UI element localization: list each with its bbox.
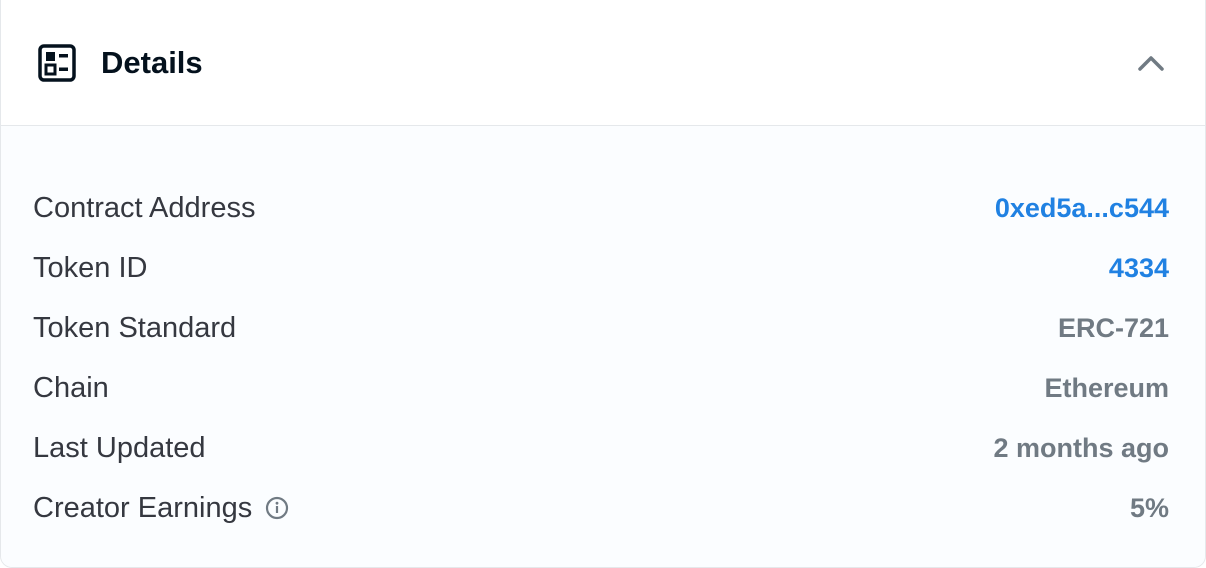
chevron-up-icon[interactable]	[1131, 43, 1171, 83]
details-title: Details	[101, 44, 203, 80]
details-body: Contract Address 0xed5a...c544 Token ID …	[1, 126, 1205, 567]
creator-earnings-label: Creator Earnings	[33, 491, 253, 524]
detail-row-token-standard: Token Standard ERC-721	[33, 298, 1169, 358]
detail-row-last-updated: Last Updated 2 months ago	[33, 418, 1169, 478]
token-standard-value: ERC-721	[1057, 312, 1169, 343]
chain-label: Chain	[33, 371, 109, 404]
details-panel: Details Contract Address 0xed5a...c544 T…	[0, 0, 1206, 568]
token-standard-label: Token Standard	[33, 311, 237, 344]
details-header[interactable]: Details	[1, 0, 1205, 126]
detail-row-contract-address: Contract Address 0xed5a...c544	[33, 178, 1169, 238]
creator-earnings-label-wrap: Creator Earnings	[33, 492, 290, 525]
details-list-icon	[37, 43, 77, 83]
last-updated-label: Last Updated	[33, 431, 206, 464]
token-id-label: Token ID	[33, 251, 148, 284]
info-icon[interactable]	[264, 495, 290, 521]
token-id-link[interactable]: 4334	[1109, 253, 1169, 284]
detail-row-creator-earnings: Creator Earnings 5%	[33, 478, 1169, 538]
detail-row-token-id: Token ID 4334	[33, 238, 1169, 298]
contract-address-label: Contract Address	[33, 191, 256, 224]
chain-value: Ethereum	[1044, 372, 1169, 403]
last-updated-value: 2 months ago	[993, 432, 1169, 463]
creator-earnings-value: 5%	[1129, 492, 1169, 523]
detail-row-chain: Chain Ethereum	[33, 358, 1169, 418]
contract-address-link[interactable]: 0xed5a...c544	[995, 193, 1169, 224]
